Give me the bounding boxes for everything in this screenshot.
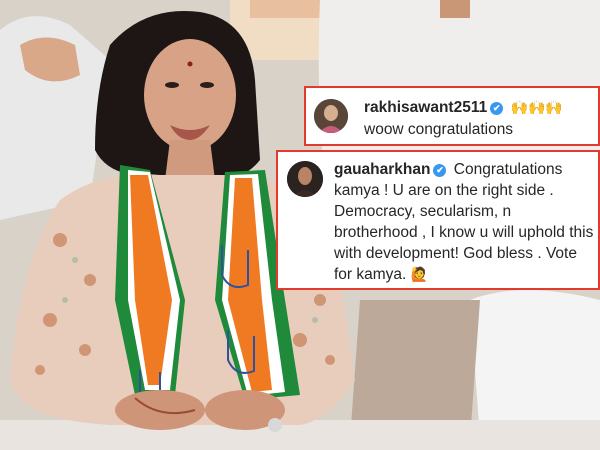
comment-username[interactable]: rakhisawant2511: [364, 99, 487, 116]
comment-body: Congratulations kamya ! U are on the rig…: [334, 161, 594, 283]
avatar[interactable]: [287, 161, 323, 197]
verified-badge-icon: ✔: [433, 164, 447, 177]
woman-raising-hand-emoji: 🙋: [410, 267, 429, 283]
avatar[interactable]: [314, 99, 348, 133]
comment-body: woow congratulations: [364, 121, 514, 138]
comment-text-block: rakhisawant2511 ✔ 🙌🙌🙌 woow congratulation…: [364, 97, 596, 140]
comment-username[interactable]: gauaharkhan: [334, 161, 430, 178]
comment-text-block: gauaharkhan ✔ Congratulations kamya ! U a…: [334, 159, 596, 286]
comment-card-rakhisawant: rakhisawant2511 ✔ 🙌🙌🙌 woow congratulation…: [304, 86, 600, 146]
profile-picture-icon: [314, 99, 348, 133]
profile-picture-icon: [287, 161, 323, 197]
raising-hands-emoji: 🙌🙌🙌: [510, 100, 563, 116]
verified-badge-icon: ✔: [490, 102, 504, 115]
comment-card-gauaharkhan: gauaharkhan ✔ Congratulations kamya ! U a…: [276, 150, 600, 290]
